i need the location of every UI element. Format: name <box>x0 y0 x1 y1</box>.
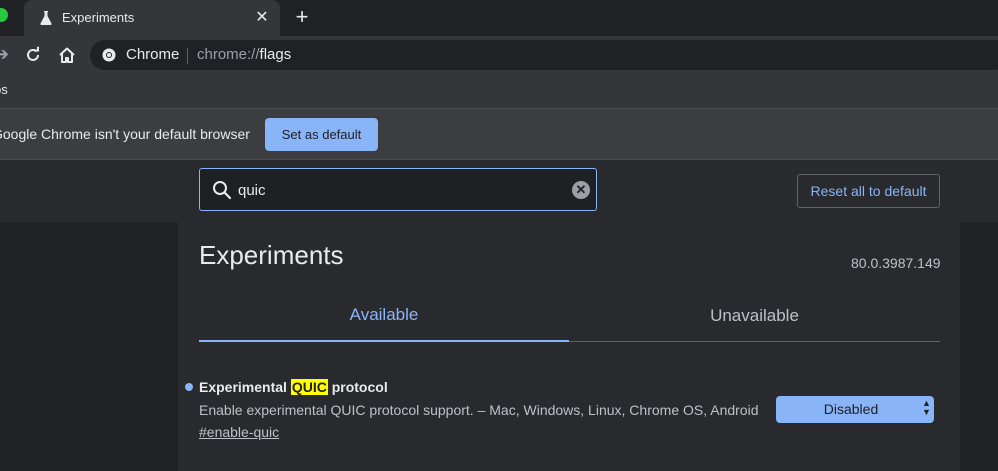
reset-all-button[interactable]: Reset all to default <box>797 174 940 208</box>
left-gutter <box>0 222 178 471</box>
flag-permalink[interactable]: #enable-quic <box>199 424 279 440</box>
set-as-default-button[interactable]: Set as default <box>265 118 378 151</box>
home-icon[interactable] <box>58 46 76 64</box>
flag-name-prefix: Experimental <box>199 379 291 395</box>
toolbar: ➔ Chrome chrome://flags <box>0 36 998 76</box>
flag-name-suffix: protocol <box>327 379 388 395</box>
chrome-logo-icon <box>102 48 116 62</box>
flag-state-select[interactable]: Disabled ▲ ▼ <box>776 396 934 423</box>
close-tab-icon[interactable]: ✕ <box>252 8 272 28</box>
default-browser-infobar: Google Chrome isn't your default browser… <box>0 109 998 160</box>
version-label: 80.0.3987.149 <box>851 255 941 271</box>
divider <box>187 48 188 64</box>
flags-header: ✕ Reset all to default <box>0 160 998 223</box>
tab-strip: Experiments ✕ + <box>0 0 998 36</box>
url-scheme: chrome:// <box>197 46 260 63</box>
select-arrows-icon: ▲ ▼ <box>922 398 931 417</box>
address-bar[interactable]: Chrome chrome://flags <box>90 40 998 70</box>
search-highlight: QUIC <box>290 379 328 395</box>
flag-description: Enable experimental QUIC protocol suppor… <box>199 402 759 418</box>
window-maximize-button[interactable] <box>0 8 8 22</box>
clear-search-icon[interactable]: ✕ <box>572 181 590 199</box>
new-tab-button[interactable]: + <box>290 6 314 30</box>
right-gutter <box>960 222 998 471</box>
site-chip-label: Chrome <box>126 46 180 63</box>
tab-unavailable[interactable]: Unavailable <box>569 292 940 342</box>
experiments-content: Experiments 80.0.3987.149 Available Unav… <box>178 222 960 471</box>
modified-indicator-dot <box>185 383 193 391</box>
search-box[interactable]: ✕ <box>199 168 597 211</box>
bookmarks-bar: ps <box>0 76 998 109</box>
search-input[interactable] <box>238 179 558 201</box>
bookmark-apps[interactable]: ps <box>0 82 8 97</box>
select-value: Disabled <box>823 401 879 417</box>
search-icon <box>213 181 232 200</box>
url-path: flags <box>259 46 292 63</box>
browser-tab[interactable]: Experiments ✕ <box>24 0 280 36</box>
infobar-message: Google Chrome isn't your default browser <box>0 126 250 142</box>
tab-title: Experiments <box>62 10 135 25</box>
flag-name: Experimental QUIC protocol <box>199 379 388 395</box>
forward-arrow-icon[interactable]: ➔ <box>0 44 9 65</box>
tab-available[interactable]: Available <box>199 292 569 342</box>
url-text: chrome://flags <box>197 46 291 63</box>
page-title: Experiments <box>199 240 344 270</box>
reload-icon[interactable] <box>24 46 42 64</box>
flask-icon <box>40 11 52 25</box>
